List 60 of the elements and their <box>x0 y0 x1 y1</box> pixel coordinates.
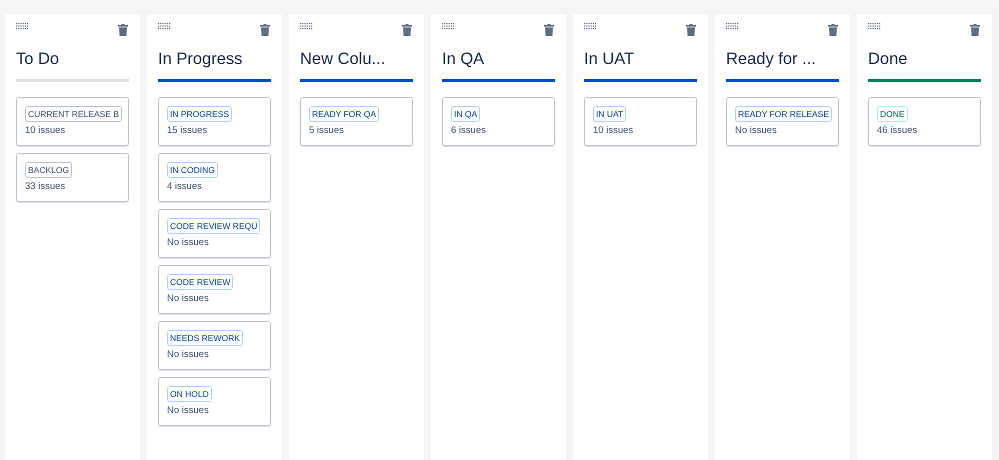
status-card[interactable]: IN PROGRESS 15 issues <box>158 97 271 146</box>
trash-icon[interactable] <box>402 24 412 36</box>
column-title: Done <box>868 50 908 70</box>
trash-icon[interactable] <box>970 24 980 36</box>
issue-count: No issues <box>167 349 209 360</box>
trash-icon[interactable] <box>118 24 128 36</box>
status-card[interactable]: READY FOR QA 5 issues <box>300 97 413 146</box>
issue-count: 46 issues <box>877 125 918 136</box>
issue-count: 10 issues <box>593 125 634 136</box>
drag-handle-icon[interactable] <box>16 23 29 30</box>
status-card[interactable]: CODE REVIEW No issues <box>158 265 271 314</box>
trash-icon[interactable] <box>828 24 838 36</box>
issue-count: No issues <box>735 125 777 136</box>
status-lozenge: ON HOLD <box>167 386 212 402</box>
status-card[interactable]: READY FOR RELEASE No issues <box>726 97 839 146</box>
status-card[interactable]: DONE 46 issues <box>868 97 981 146</box>
drag-handle-icon[interactable] <box>300 23 313 30</box>
status-lozenge: NEEDS REWORK <box>167 330 243 346</box>
issue-count: 33 issues <box>25 181 66 192</box>
status-lozenge: CODE REVIEW <box>167 274 234 290</box>
status-lozenge: CURRENT RELEASE B <box>25 106 122 122</box>
issue-count: 4 issues <box>167 181 202 192</box>
issue-count: No issues <box>167 293 209 304</box>
column-title: New Colu... <box>300 50 386 70</box>
status-card[interactable]: ON HOLD No issues <box>158 377 271 426</box>
status-lozenge: IN QA <box>451 106 480 122</box>
trash-icon[interactable] <box>260 24 270 36</box>
status-card[interactable]: CODE REVIEW REQU No issues <box>158 209 271 258</box>
status-lozenge: DONE <box>877 106 908 122</box>
column-title: To Do <box>16 50 60 70</box>
status-lozenge: IN CODING <box>167 162 218 178</box>
column-title: In UAT <box>584 50 636 70</box>
issue-count: 6 issues <box>451 125 486 136</box>
drag-handle-icon[interactable] <box>442 23 455 30</box>
status-card[interactable]: IN QA 6 issues <box>442 97 555 146</box>
trash-icon[interactable] <box>686 24 696 36</box>
status-lozenge: IN UAT <box>593 106 626 122</box>
status-lozenge: BACKLOG <box>25 162 72 178</box>
drag-handle-icon[interactable] <box>584 23 597 30</box>
status-lozenge: CODE REVIEW REQU <box>167 218 260 234</box>
issue-count: 5 issues <box>309 125 344 136</box>
status-card[interactable]: IN UAT 10 issues <box>584 97 697 146</box>
column-title: In QA <box>442 50 486 70</box>
status-lozenge: READY FOR QA <box>309 106 380 122</box>
status-card[interactable]: BACKLOG 33 issues <box>16 153 129 202</box>
drag-handle-icon[interactable] <box>868 23 881 30</box>
status-card[interactable]: IN CODING 4 issues <box>158 153 271 202</box>
column-title: In Progress <box>158 50 244 70</box>
status-lozenge: READY FOR RELEASE <box>735 106 832 122</box>
drag-handle-icon[interactable] <box>158 23 171 30</box>
trash-icon[interactable] <box>544 24 554 36</box>
column-title: Ready for ... <box>726 50 817 70</box>
drag-handle-icon[interactable] <box>726 23 739 30</box>
status-card[interactable]: NEEDS REWORK No issues <box>158 321 271 370</box>
status-card[interactable]: CURRENT RELEASE B 10 issues <box>16 97 129 146</box>
issue-count: No issues <box>167 405 209 416</box>
issue-count: 15 issues <box>167 125 208 136</box>
issue-count: No issues <box>167 237 209 248</box>
status-lozenge: IN PROGRESS <box>167 106 232 122</box>
issue-count: 10 issues <box>25 125 66 136</box>
